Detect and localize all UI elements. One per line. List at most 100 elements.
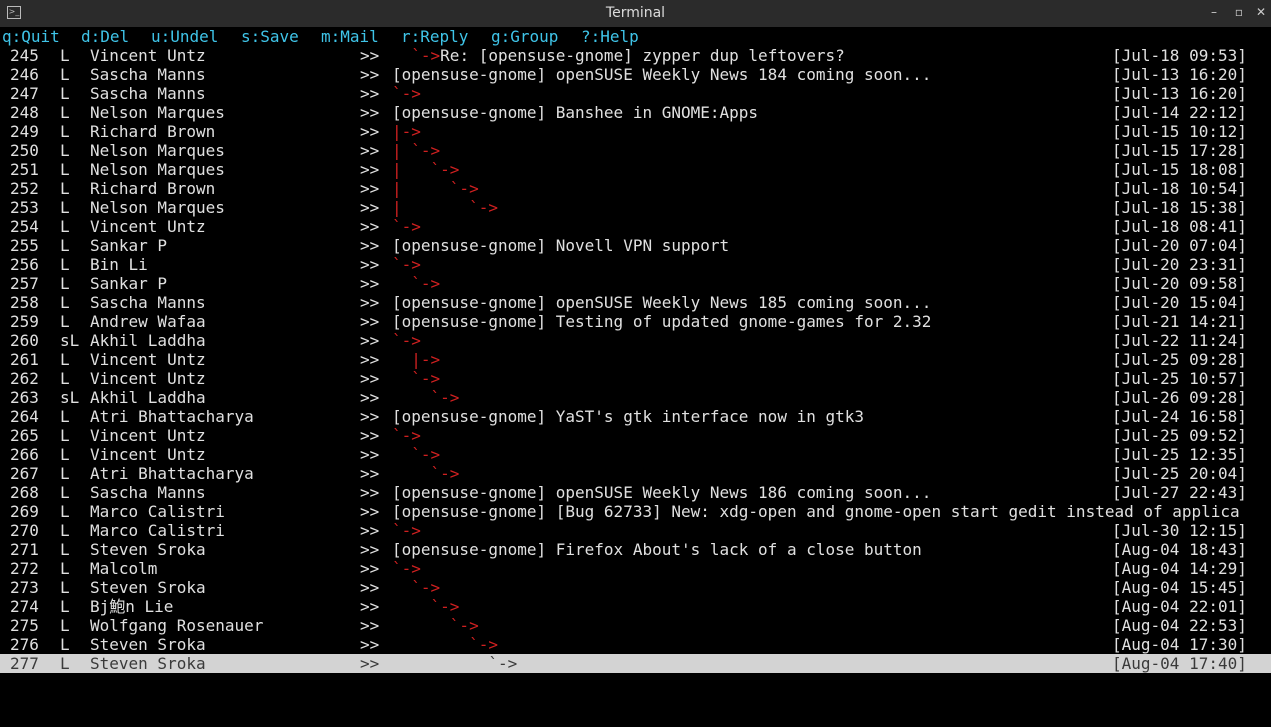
message-row[interactable]: 246 L Sascha Manns >> [opensuse-gnome] openS… bbox=[0, 65, 1271, 84]
message-marker: >> bbox=[360, 407, 380, 426]
message-row[interactable]: 277 L Steven Sroka >> `-> [Aug-04 17:40] bbox=[0, 654, 1271, 673]
message-row[interactable]: 250 L Nelson Marques >> | `-> [Jul-15 17:28] bbox=[0, 141, 1271, 160]
message-row[interactable]: 245 L Vincent Untz >> `->Re: [opensuse-gnom… bbox=[0, 46, 1271, 65]
message-row[interactable]: 274 L Bj鮑n Lie >> `-> [Aug-04 22:01] bbox=[0, 597, 1271, 616]
message-flags: L bbox=[60, 236, 70, 255]
thread-tree: `-> bbox=[392, 616, 479, 635]
command-menubar: q:Quit d:Del u:Undel s:Save m:Mail r:Reply g:G… bbox=[0, 27, 1271, 46]
thread-tree: `-> bbox=[392, 426, 421, 445]
message-flags: L bbox=[60, 521, 70, 540]
thread-tree: `-> bbox=[392, 255, 421, 274]
message-flags: L bbox=[60, 46, 70, 65]
message-flags: L bbox=[60, 160, 70, 179]
message-subject-cell: `-> bbox=[392, 84, 421, 103]
message-author: Sascha Manns bbox=[90, 483, 206, 502]
message-author: Bin Li bbox=[90, 255, 148, 274]
message-marker: >> bbox=[360, 369, 380, 388]
menu-item-quit[interactable]: q:Quit bbox=[2, 27, 60, 46]
message-row[interactable]: 249 L Richard Brown >> |-> [Jul-15 10:12] bbox=[0, 122, 1271, 141]
message-subject: [opensuse-gnome] Banshee in GNOME:Apps bbox=[392, 103, 759, 122]
menu-item-save[interactable]: s:Save bbox=[241, 27, 299, 46]
message-date: [Aug-04 17:40] bbox=[1112, 654, 1247, 673]
message-row[interactable]: 256 L Bin Li >> `-> [Jul-20 23:31] bbox=[0, 255, 1271, 274]
menu-item-del[interactable]: d:Del bbox=[81, 27, 129, 46]
message-subject: [opensuse-gnome] Novell VPN support bbox=[392, 236, 730, 255]
message-row[interactable]: 273 L Steven Sroka >> `-> [Aug-04 15:45] bbox=[0, 578, 1271, 597]
message-subject-cell: `-> bbox=[392, 559, 421, 578]
message-number: 273 bbox=[10, 578, 39, 597]
thread-tree: `-> bbox=[392, 388, 460, 407]
message-row[interactable]: 267 L Atri Bhattacharya >> `-> [Jul-25 20:04… bbox=[0, 464, 1271, 483]
message-number: 277 bbox=[10, 654, 39, 673]
message-row[interactable]: 272 L Malcolm >> `-> [Aug-04 14:29] bbox=[0, 559, 1271, 578]
message-subject-cell: `-> bbox=[392, 331, 421, 350]
message-row[interactable]: 271 L Steven Sroka >> [opensuse-gnome] Firef… bbox=[0, 540, 1271, 559]
window-titlebar[interactable]: >_ Terminal – ▫ ✕ bbox=[0, 0, 1271, 27]
menu-item-reply[interactable]: r:Reply bbox=[401, 27, 468, 46]
message-author: Malcolm bbox=[90, 559, 158, 578]
message-number: 263 bbox=[10, 388, 39, 407]
message-row[interactable]: 266 L Vincent Untz >> `-> [Jul-25 12:35] bbox=[0, 445, 1271, 464]
message-author: Sankar P bbox=[90, 236, 168, 255]
message-row[interactable]: 265 L Vincent Untz >> `-> [Jul-25 09:52] bbox=[0, 426, 1271, 445]
message-author: Steven Sroka bbox=[90, 578, 206, 597]
menu-item-help[interactable]: ?:Help bbox=[581, 27, 639, 46]
thread-tree: `-> bbox=[392, 46, 441, 65]
message-author: Vincent Untz bbox=[90, 445, 206, 464]
message-marker: >> bbox=[360, 217, 380, 236]
message-row[interactable]: 269 L Marco Calistri >> [opensuse-gnome] [Bu… bbox=[0, 502, 1271, 521]
message-subject-cell: `->Re: [opensuse-gnome] zypper dup lefto… bbox=[392, 46, 844, 65]
message-row[interactable]: 261 L Vincent Untz >> |-> [Jul-25 09:28] bbox=[0, 350, 1271, 369]
message-date: [Jul-18 10:54] bbox=[1112, 179, 1247, 198]
message-date: [Aug-04 22:01] bbox=[1112, 597, 1247, 616]
message-date: [Jul-15 17:28] bbox=[1112, 141, 1247, 160]
menu-item-mail[interactable]: m:Mail bbox=[321, 27, 379, 46]
message-subject-cell: | `-> bbox=[392, 198, 498, 217]
message-row[interactable]: 255 L Sankar P >> [opensuse-gnome] Novell VP… bbox=[0, 236, 1271, 255]
message-marker: >> bbox=[360, 255, 380, 274]
message-row[interactable]: 248 L Nelson Marques >> [opensuse-gnome] Ban… bbox=[0, 103, 1271, 122]
message-row[interactable]: 253 L Nelson Marques >> | `-> [Jul-18 15:38] bbox=[0, 198, 1271, 217]
message-author: Sascha Manns bbox=[90, 84, 206, 103]
message-date: [Jul-20 23:31] bbox=[1112, 255, 1247, 274]
message-row[interactable]: 263 sL Akhil Laddha >> `-> [Jul-26 09:28] bbox=[0, 388, 1271, 407]
message-row[interactable]: 262 L Vincent Untz >> `-> [Jul-25 10:57] bbox=[0, 369, 1271, 388]
close-icon[interactable]: ✕ bbox=[1253, 4, 1269, 20]
message-number: 254 bbox=[10, 217, 39, 236]
message-row[interactable]: 270 L Marco Calistri >> `-> [Jul-30 12:15] bbox=[0, 521, 1271, 540]
message-row[interactable]: 264 L Atri Bhattacharya >> [opensuse-gnome] … bbox=[0, 407, 1271, 426]
message-date: [Jul-18 09:53] bbox=[1112, 46, 1247, 65]
thread-tree: `-> bbox=[392, 274, 441, 293]
minimize-icon[interactable]: – bbox=[1206, 4, 1222, 20]
message-row[interactable]: 268 L Sascha Manns >> [opensuse-gnome] openS… bbox=[0, 483, 1271, 502]
message-author: Steven Sroka bbox=[90, 540, 206, 559]
message-flags: L bbox=[60, 141, 70, 160]
message-subject: [opensuse-gnome] openSUSE Weekly News 18… bbox=[392, 293, 932, 312]
message-row[interactable]: 251 L Nelson Marques >> | `-> [Jul-15 18:08] bbox=[0, 160, 1271, 179]
message-row[interactable]: 252 L Richard Brown >> | `-> [Jul-18 10:54] bbox=[0, 179, 1271, 198]
message-author: Atri Bhattacharya bbox=[90, 407, 254, 426]
message-row[interactable]: 247 L Sascha Manns >> `-> [Jul-13 16:20] bbox=[0, 84, 1271, 103]
message-row[interactable]: 260 sL Akhil Laddha >> `-> [Jul-22 11:24] bbox=[0, 331, 1271, 350]
message-row[interactable]: 276 L Steven Sroka >> `-> [Aug-04 17:30] bbox=[0, 635, 1271, 654]
message-row[interactable]: 259 L Andrew Wafaa >> [opensuse-gnome] Testi… bbox=[0, 312, 1271, 331]
message-date: [Jul-25 12:35] bbox=[1112, 445, 1247, 464]
message-subject-cell: |-> bbox=[392, 122, 421, 141]
menu-item-group[interactable]: g:Group bbox=[491, 27, 558, 46]
message-subject: [opensuse-gnome] [Bug 62733] New: xdg-op… bbox=[392, 502, 1240, 521]
thread-tree: `-> bbox=[392, 331, 421, 350]
message-marker: >> bbox=[360, 540, 380, 559]
message-row[interactable]: 254 L Vincent Untz >> `-> [Jul-18 08:41] bbox=[0, 217, 1271, 236]
maximize-icon[interactable]: ▫ bbox=[1231, 4, 1247, 20]
menu-item-undel[interactable]: u:Undel bbox=[151, 27, 218, 46]
message-flags: L bbox=[60, 312, 70, 331]
message-number: 262 bbox=[10, 369, 39, 388]
message-date: [Jul-15 10:12] bbox=[1112, 122, 1247, 141]
message-row[interactable]: 275 L Wolfgang Rosenauer >> `-> [Aug-04 22:5… bbox=[0, 616, 1271, 635]
message-number: 251 bbox=[10, 160, 39, 179]
message-row[interactable]: 258 L Sascha Manns >> [opensuse-gnome] openS… bbox=[0, 293, 1271, 312]
message-subject-cell: [opensuse-gnome] YaST's gtk interface no… bbox=[392, 407, 864, 426]
message-row[interactable]: 257 L Sankar P >> `-> [Jul-20 09:58] bbox=[0, 274, 1271, 293]
terminal-content[interactable]: q:Quit d:Del u:Undel s:Save m:Mail r:Reply g:G… bbox=[0, 27, 1271, 727]
message-flags: L bbox=[60, 369, 70, 388]
